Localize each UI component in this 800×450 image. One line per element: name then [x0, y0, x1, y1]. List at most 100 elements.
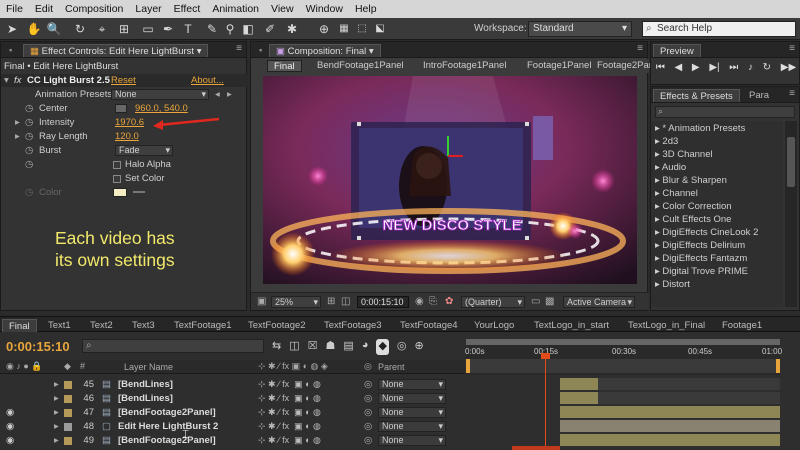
pickwhip-icon[interactable]: ◎	[364, 434, 372, 447]
timeline-tab-4[interactable]: TextFootage1	[168, 319, 238, 332]
timeline-tab-2[interactable]: Text2	[84, 319, 119, 332]
timeline-tab-7[interactable]: TextFootage4	[394, 319, 464, 332]
expand-triangle-icon[interactable]: ▸	[15, 130, 20, 143]
eye-icon[interactable]: ◉	[6, 420, 14, 433]
list-item[interactable]: ▸ DigiEffects Delirium	[655, 239, 745, 252]
layer-label-color[interactable]	[64, 437, 72, 445]
expand-triangle-icon[interactable]: ▸	[15, 116, 20, 129]
pan-behind-tool-icon[interactable]: ⊞	[116, 21, 132, 37]
list-item[interactable]: ▸ Digital Trove PRIME	[655, 265, 748, 278]
list-item[interactable]: ▸ Audio	[655, 161, 686, 174]
comp-timecode[interactable]: 0:00:15:10	[357, 296, 409, 308]
zoom-select[interactable]: 25% ▾	[271, 296, 321, 308]
pickwhip-icon[interactable]: ◎	[364, 406, 372, 419]
frame-blending-icon[interactable]: ▤	[343, 339, 353, 355]
list-item[interactable]: ▸ Cult Effects One	[655, 213, 731, 226]
tab-paragraph[interactable]: Para	[743, 89, 775, 102]
puppet-tool-icon[interactable]: ✱	[284, 21, 300, 37]
work-area-bar[interactable]	[466, 339, 780, 345]
playhead-handle[interactable]	[541, 353, 550, 359]
timeline-tab-11[interactable]: Footage1	[716, 319, 768, 332]
presets-select[interactable]: None ▾	[111, 89, 209, 100]
halo-alpha-checkbox[interactable]	[113, 161, 121, 169]
table-row[interactable]: ◉ ▸ 48 ▢ Edit Here LightBurst 2 ⊹ ✱ ∕ fx…	[0, 420, 800, 433]
layer-duration-bar[interactable]	[560, 378, 598, 390]
expand-triangle-icon[interactable]: ▸	[54, 420, 59, 433]
layer-switches[interactable]: ⊹ ✱ ∕ fx ▣ ◐ ◍	[258, 392, 321, 405]
layer-name[interactable]: [BendLines]	[118, 392, 173, 405]
draft-3d-icon[interactable]: ☒	[308, 339, 318, 355]
panel-menu-icon[interactable]: ≡	[637, 43, 643, 54]
pickwhip-icon[interactable]: ◎	[364, 392, 372, 405]
menu-file[interactable]: File	[0, 3, 29, 15]
layer-duration-bar[interactable]	[560, 434, 780, 446]
tab-effect-controls[interactable]: ▦ Effect Controls: Edit Here LightBurst …	[23, 44, 209, 57]
roto-brush-tool-icon[interactable]: ✐	[262, 21, 278, 37]
intensity-value[interactable]: 1970.6	[115, 116, 144, 129]
menu-composition[interactable]: Composition	[59, 3, 129, 15]
rectangle-tool-icon[interactable]: ▭	[140, 21, 156, 37]
preset-prev-icon[interactable]: ◂	[215, 88, 220, 101]
list-item[interactable]: ▸ * Animation Presets	[655, 122, 745, 135]
layer-name[interactable]: [BendLines]	[118, 378, 173, 391]
auto-keyframe-icon[interactable]: ⊕	[415, 339, 424, 355]
play-icon[interactable]: ▶	[692, 62, 700, 78]
layer-label-color[interactable]	[64, 381, 72, 389]
show-snapshot-icon[interactable]: ⎘	[429, 296, 437, 307]
layer-duration-bar[interactable]	[560, 392, 598, 404]
expand-triangle-icon[interactable]: ▸	[54, 406, 59, 419]
transparency-grid-icon[interactable]: ▩	[545, 296, 554, 307]
timeline-tab-1[interactable]: Text1	[42, 319, 77, 332]
burst-select[interactable]: Fade ▾	[115, 145, 173, 156]
table-row[interactable]: ▸ 46 ▤ [BendLines] ⊹ ✱ ∕ fx ▣ ◐ ◍ ◎ None…	[0, 392, 800, 405]
panel-menu-icon[interactable]: ≡	[236, 43, 242, 54]
effects-scrollbar[interactable]	[785, 121, 797, 307]
comp-subtab-1[interactable]: BendFootage1Panel	[317, 60, 404, 71]
project-tab[interactable]: ▪	[3, 44, 18, 57]
audio-icon[interactable]: ♪	[748, 62, 753, 78]
graph-editor-icon[interactable]: ◎	[397, 339, 407, 355]
next-frame-icon[interactable]: ▶|	[709, 62, 719, 78]
reset-link[interactable]: Reset	[111, 74, 136, 87]
eyedropper-icon[interactable]	[133, 191, 145, 193]
stopwatch-icon[interactable]: ◷	[25, 116, 33, 129]
layer-switches[interactable]: ⊹ ✱ ∕ fx ▣ ◐ ◍	[258, 420, 321, 433]
timeline-tab-9[interactable]: TextLogo_in_start	[528, 319, 615, 332]
table-row[interactable]: ◉ ▸ 49 ▤ [BendFootage2Panel] ⊹ ✱ ∕ fx ▣ …	[0, 434, 800, 447]
list-item[interactable]: ▸ Color Correction	[655, 200, 732, 213]
list-item[interactable]: ▸ Distort	[655, 278, 690, 291]
pickwhip-icon[interactable]: ◎	[364, 378, 372, 391]
rotate-tool-icon[interactable]: ↻	[72, 21, 88, 37]
hide-shy-icon[interactable]: ☗	[326, 339, 336, 355]
menu-view[interactable]: View	[265, 3, 300, 15]
navigator-end-handle[interactable]	[776, 359, 780, 373]
menu-edit[interactable]: Edit	[29, 3, 59, 15]
timeline-tab-10[interactable]: TextLogo_in_Final	[622, 319, 711, 332]
zoom-tool-icon[interactable]: 🔍	[46, 21, 62, 37]
channel-icon[interactable]: ✿	[445, 296, 453, 307]
eye-icon[interactable]: ◉	[6, 406, 14, 419]
snapshot-icon[interactable]: ◉	[415, 296, 424, 307]
preset-next-icon[interactable]: ▸	[227, 88, 232, 101]
grid-icon[interactable]: ⊞	[327, 296, 335, 307]
parent-select[interactable]: None ▾	[378, 435, 446, 446]
timeline-tab-5[interactable]: TextFootage2	[242, 319, 312, 332]
crosshair-icon[interactable]	[115, 104, 127, 113]
timeline-tab-3[interactable]: Text3	[126, 319, 161, 332]
stopwatch-icon[interactable]: ◷	[25, 158, 33, 171]
parent-header[interactable]: Parent	[378, 362, 405, 372]
color-swatch[interactable]	[113, 188, 127, 197]
menu-help[interactable]: Help	[349, 3, 383, 15]
workspace-select[interactable]: Standard ▾	[528, 21, 632, 37]
parent-select[interactable]: None ▾	[378, 407, 446, 418]
list-item[interactable]: ▸ Blur & Sharpen	[655, 174, 727, 187]
center-value[interactable]: 960.0, 540.0	[135, 102, 188, 115]
set-color-checkbox[interactable]	[113, 175, 121, 183]
stopwatch-icon[interactable]: ◷	[25, 144, 33, 157]
composition-viewer[interactable]: NEW DISCO STYLE	[263, 76, 637, 284]
comp-subtab-2[interactable]: IntroFootage1Panel	[423, 60, 506, 71]
timeline-timecode[interactable]: 0:00:15:10	[6, 339, 70, 354]
first-frame-icon[interactable]: ⏮	[656, 62, 665, 78]
effect-header-row[interactable]: ▾ fx CC Light Burst 2.5 Reset About...	[1, 74, 248, 87]
layer-name[interactable]: Edit Here LightBurst 2	[118, 420, 218, 433]
